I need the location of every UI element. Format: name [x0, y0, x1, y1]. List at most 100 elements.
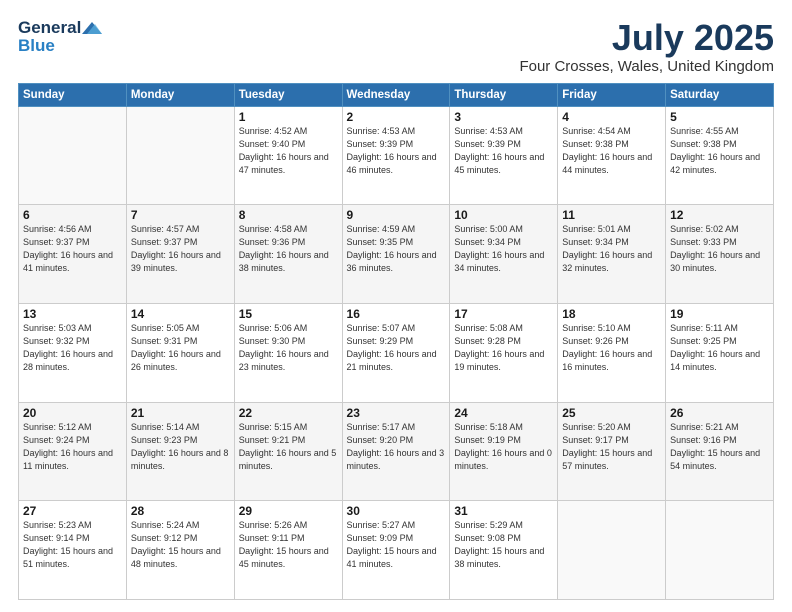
day-number: 22 [239, 406, 338, 420]
title-month: July 2025 [519, 18, 774, 58]
day-number: 27 [23, 504, 122, 518]
logo-blue: Blue [18, 36, 55, 56]
day-number: 4 [562, 110, 661, 124]
table-row: 17 Sunrise: 5:08 AMSunset: 9:28 PMDaylig… [450, 303, 558, 402]
calendar-week-row: 13 Sunrise: 5:03 AMSunset: 9:32 PMDaylig… [19, 303, 774, 402]
day-detail: Sunrise: 4:58 AMSunset: 9:36 PMDaylight:… [239, 223, 338, 275]
table-row: 12 Sunrise: 5:02 AMSunset: 9:33 PMDaylig… [666, 205, 774, 304]
table-row: 16 Sunrise: 5:07 AMSunset: 9:29 PMDaylig… [342, 303, 450, 402]
logo-icon [82, 20, 102, 36]
day-detail: Sunrise: 5:14 AMSunset: 9:23 PMDaylight:… [131, 421, 230, 473]
logo-general: General [18, 18, 81, 38]
day-detail: Sunrise: 4:53 AMSunset: 9:39 PMDaylight:… [347, 125, 446, 177]
table-row [19, 106, 127, 205]
table-row: 9 Sunrise: 4:59 AMSunset: 9:35 PMDayligh… [342, 205, 450, 304]
day-detail: Sunrise: 5:26 AMSunset: 9:11 PMDaylight:… [239, 519, 338, 571]
table-row: 29 Sunrise: 5:26 AMSunset: 9:11 PMDaylig… [234, 501, 342, 600]
day-detail: Sunrise: 5:02 AMSunset: 9:33 PMDaylight:… [670, 223, 769, 275]
day-number: 21 [131, 406, 230, 420]
day-number: 13 [23, 307, 122, 321]
table-row: 20 Sunrise: 5:12 AMSunset: 9:24 PMDaylig… [19, 402, 127, 501]
day-detail: Sunrise: 4:54 AMSunset: 9:38 PMDaylight:… [562, 125, 661, 177]
day-detail: Sunrise: 4:52 AMSunset: 9:40 PMDaylight:… [239, 125, 338, 177]
header-thursday: Thursday [450, 83, 558, 106]
day-number: 10 [454, 208, 553, 222]
calendar-header-row: Sunday Monday Tuesday Wednesday Thursday… [19, 83, 774, 106]
day-number: 3 [454, 110, 553, 124]
table-row: 23 Sunrise: 5:17 AMSunset: 9:20 PMDaylig… [342, 402, 450, 501]
day-number: 1 [239, 110, 338, 124]
day-detail: Sunrise: 5:12 AMSunset: 9:24 PMDaylight:… [23, 421, 122, 473]
day-number: 8 [239, 208, 338, 222]
day-number: 5 [670, 110, 769, 124]
table-row: 13 Sunrise: 5:03 AMSunset: 9:32 PMDaylig… [19, 303, 127, 402]
table-row: 5 Sunrise: 4:55 AMSunset: 9:38 PMDayligh… [666, 106, 774, 205]
title-location: Four Crosses, Wales, United Kingdom [519, 58, 774, 75]
logo: General Blue [18, 18, 103, 56]
day-number: 2 [347, 110, 446, 124]
header-monday: Monday [126, 83, 234, 106]
day-number: 11 [562, 208, 661, 222]
table-row: 28 Sunrise: 5:24 AMSunset: 9:12 PMDaylig… [126, 501, 234, 600]
table-row: 21 Sunrise: 5:14 AMSunset: 9:23 PMDaylig… [126, 402, 234, 501]
day-detail: Sunrise: 4:56 AMSunset: 9:37 PMDaylight:… [23, 223, 122, 275]
day-number: 28 [131, 504, 230, 518]
title-block: July 2025 Four Crosses, Wales, United Ki… [519, 18, 774, 75]
table-row: 7 Sunrise: 4:57 AMSunset: 9:37 PMDayligh… [126, 205, 234, 304]
day-detail: Sunrise: 5:24 AMSunset: 9:12 PMDaylight:… [131, 519, 230, 571]
calendar-week-row: 20 Sunrise: 5:12 AMSunset: 9:24 PMDaylig… [19, 402, 774, 501]
calendar-week-row: 27 Sunrise: 5:23 AMSunset: 9:14 PMDaylig… [19, 501, 774, 600]
day-number: 16 [347, 307, 446, 321]
day-number: 15 [239, 307, 338, 321]
day-detail: Sunrise: 5:03 AMSunset: 9:32 PMDaylight:… [23, 322, 122, 374]
table-row: 14 Sunrise: 5:05 AMSunset: 9:31 PMDaylig… [126, 303, 234, 402]
table-row: 11 Sunrise: 5:01 AMSunset: 9:34 PMDaylig… [558, 205, 666, 304]
day-detail: Sunrise: 5:06 AMSunset: 9:30 PMDaylight:… [239, 322, 338, 374]
day-number: 29 [239, 504, 338, 518]
header-saturday: Saturday [666, 83, 774, 106]
day-detail: Sunrise: 5:18 AMSunset: 9:19 PMDaylight:… [454, 421, 553, 473]
day-detail: Sunrise: 5:17 AMSunset: 9:20 PMDaylight:… [347, 421, 446, 473]
day-detail: Sunrise: 5:10 AMSunset: 9:26 PMDaylight:… [562, 322, 661, 374]
calendar-week-row: 6 Sunrise: 4:56 AMSunset: 9:37 PMDayligh… [19, 205, 774, 304]
table-row: 31 Sunrise: 5:29 AMSunset: 9:08 PMDaylig… [450, 501, 558, 600]
header: General Blue July 2025 Four Crosses, Wal… [18, 18, 774, 75]
table-row: 6 Sunrise: 4:56 AMSunset: 9:37 PMDayligh… [19, 205, 127, 304]
calendar-table: Sunday Monday Tuesday Wednesday Thursday… [18, 83, 774, 600]
day-number: 24 [454, 406, 553, 420]
day-detail: Sunrise: 5:20 AMSunset: 9:17 PMDaylight:… [562, 421, 661, 473]
day-number: 9 [347, 208, 446, 222]
day-detail: Sunrise: 4:57 AMSunset: 9:37 PMDaylight:… [131, 223, 230, 275]
day-number: 19 [670, 307, 769, 321]
table-row: 2 Sunrise: 4:53 AMSunset: 9:39 PMDayligh… [342, 106, 450, 205]
header-friday: Friday [558, 83, 666, 106]
day-number: 25 [562, 406, 661, 420]
page: General Blue July 2025 Four Crosses, Wal… [0, 0, 792, 612]
table-row [126, 106, 234, 205]
table-row: 19 Sunrise: 5:11 AMSunset: 9:25 PMDaylig… [666, 303, 774, 402]
day-detail: Sunrise: 4:53 AMSunset: 9:39 PMDaylight:… [454, 125, 553, 177]
table-row: 10 Sunrise: 5:00 AMSunset: 9:34 PMDaylig… [450, 205, 558, 304]
day-number: 12 [670, 208, 769, 222]
table-row: 3 Sunrise: 4:53 AMSunset: 9:39 PMDayligh… [450, 106, 558, 205]
day-number: 6 [23, 208, 122, 222]
day-detail: Sunrise: 5:07 AMSunset: 9:29 PMDaylight:… [347, 322, 446, 374]
day-detail: Sunrise: 4:59 AMSunset: 9:35 PMDaylight:… [347, 223, 446, 275]
table-row: 30 Sunrise: 5:27 AMSunset: 9:09 PMDaylig… [342, 501, 450, 600]
day-detail: Sunrise: 5:27 AMSunset: 9:09 PMDaylight:… [347, 519, 446, 571]
day-detail: Sunrise: 5:08 AMSunset: 9:28 PMDaylight:… [454, 322, 553, 374]
day-detail: Sunrise: 5:05 AMSunset: 9:31 PMDaylight:… [131, 322, 230, 374]
header-tuesday: Tuesday [234, 83, 342, 106]
day-number: 30 [347, 504, 446, 518]
day-detail: Sunrise: 5:29 AMSunset: 9:08 PMDaylight:… [454, 519, 553, 571]
day-detail: Sunrise: 5:15 AMSunset: 9:21 PMDaylight:… [239, 421, 338, 473]
calendar-week-row: 1 Sunrise: 4:52 AMSunset: 9:40 PMDayligh… [19, 106, 774, 205]
table-row: 25 Sunrise: 5:20 AMSunset: 9:17 PMDaylig… [558, 402, 666, 501]
day-number: 31 [454, 504, 553, 518]
table-row: 8 Sunrise: 4:58 AMSunset: 9:36 PMDayligh… [234, 205, 342, 304]
table-row: 24 Sunrise: 5:18 AMSunset: 9:19 PMDaylig… [450, 402, 558, 501]
table-row: 1 Sunrise: 4:52 AMSunset: 9:40 PMDayligh… [234, 106, 342, 205]
table-row: 22 Sunrise: 5:15 AMSunset: 9:21 PMDaylig… [234, 402, 342, 501]
table-row: 15 Sunrise: 5:06 AMSunset: 9:30 PMDaylig… [234, 303, 342, 402]
day-number: 23 [347, 406, 446, 420]
